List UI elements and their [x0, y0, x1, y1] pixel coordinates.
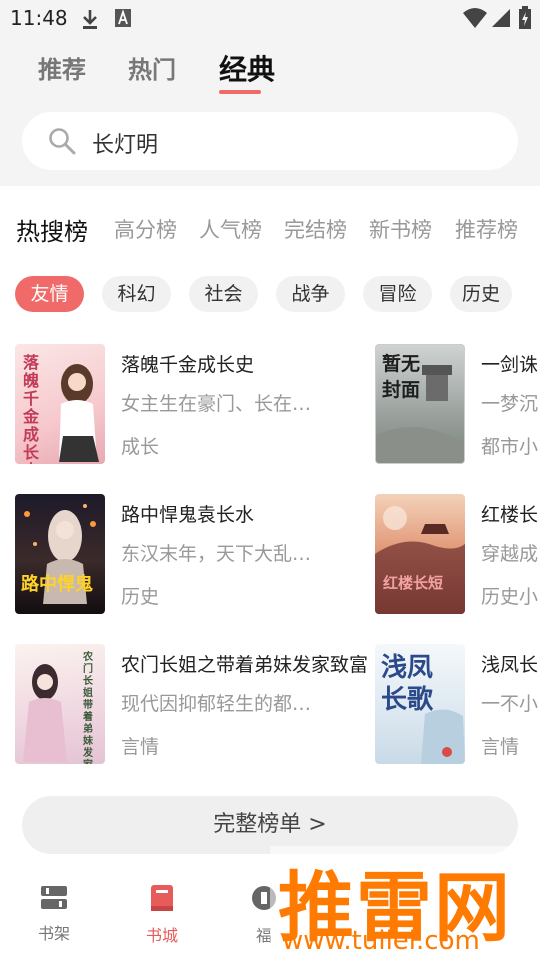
cover-title: 路中悍鬼 — [21, 574, 93, 595]
signal-icon — [490, 7, 512, 33]
bookshelf-icon — [39, 886, 69, 916]
book-tag: 都市小 — [481, 436, 539, 458]
book-item[interactable]: 农门长姐带着弟妹发家致富 农门长姐之带着弟妹发家致富 现代因抑郁轻生的都… 言情 — [15, 644, 395, 764]
book-title: 浅凤长 — [481, 654, 539, 676]
nav-bookstore[interactable]: 书城 — [122, 884, 202, 946]
chip-adventure[interactable]: 冒险 — [363, 276, 432, 312]
app-a-icon — [114, 8, 132, 32]
download-icon — [80, 8, 100, 34]
book-item[interactable]: 落魄千金成长史 落魄千金成长史 女主生在豪门、长在… 成长 — [15, 344, 375, 464]
nav-label: 书架 — [37, 924, 70, 943]
chip-scifi[interactable]: 科幻 — [102, 276, 171, 312]
active-tab-indicator — [219, 90, 261, 94]
book-tag: 言情 — [121, 736, 160, 758]
chip-history[interactable]: 历史 — [450, 276, 512, 312]
tab-recommend[interactable]: 推荐 — [38, 50, 86, 85]
tab-classic[interactable]: 经典 — [219, 48, 275, 88]
book-item[interactable]: 浅凤长歌 浅凤长 一不小 言情 — [375, 644, 540, 764]
status-time: 11:48 — [10, 6, 68, 30]
book-tag: 成长 — [121, 436, 160, 458]
rank-tab-hot-search[interactable]: 热搜榜 — [16, 212, 88, 247]
book-cover: 暂无封面 — [375, 344, 465, 464]
book-item[interactable]: 红楼长短 红楼长 穿越成 历史小 — [375, 494, 540, 614]
tab-hot[interactable]: 热门 — [128, 50, 176, 85]
rank-tab-new[interactable]: 新书榜 — [369, 214, 432, 244]
chip-friendship[interactable]: 友情 — [15, 276, 84, 312]
nav-bookshelf[interactable]: 书架 — [14, 884, 94, 944]
rank-tabs: 热搜榜 高分榜 人气榜 完结榜 新书榜 推荐榜 — [0, 210, 540, 250]
bookstore-icon — [149, 885, 175, 918]
status-bar: 11:48 — [0, 0, 540, 36]
book-title: 路中悍鬼袁长水 — [121, 504, 255, 526]
book-title: 农门长姐之带着弟妹发家致富 — [121, 654, 369, 676]
book-description: 一不小 — [481, 693, 539, 715]
watermark: 推雷网 www.tuilei.com — [270, 846, 540, 960]
book-description: 女主生在豪门、长在… — [121, 393, 312, 415]
header: 推荐 热门 经典 长灯明 — [0, 36, 540, 186]
book-item[interactable]: 路中悍鬼 路中悍鬼袁长水 东汉末年，天下大乱… 历史 — [15, 494, 375, 614]
top-tabs: 推荐 热门 经典 — [0, 36, 540, 96]
book-item[interactable]: 暂无封面 一剑诛 一梦沉 都市小 — [375, 344, 540, 464]
rank-tab-completed[interactable]: 完结榜 — [284, 214, 347, 244]
book-tag: 历史小 — [481, 586, 539, 608]
cover-title: 暂无封面 — [382, 353, 421, 401]
chip-war[interactable]: 战争 — [276, 276, 345, 312]
book-description: 现代因抑郁轻生的都… — [121, 693, 312, 715]
book-cover: 浅凤长歌 — [375, 644, 465, 764]
cover-title: 农门长姐带着弟妹发家致富 — [83, 652, 93, 764]
book-cover: 落魄千金成长史 — [15, 344, 105, 464]
wifi-icon — [462, 7, 488, 33]
battery-icon — [518, 6, 532, 34]
cover-title: 红楼长短 — [383, 574, 444, 592]
book-description: 一梦沉 — [481, 393, 539, 415]
rank-tab-high-score[interactable]: 高分榜 — [114, 214, 177, 244]
book-cover: 农门长姐带着弟妹发家致富 — [15, 644, 105, 764]
rank-tab-recommended[interactable]: 推荐榜 — [455, 214, 518, 244]
book-title: 红楼长 — [481, 504, 539, 526]
search-icon — [48, 127, 76, 159]
book-cover: 路中悍鬼 — [15, 494, 105, 614]
search-input[interactable]: 长灯明 — [92, 127, 158, 159]
cover-title: 落魄千金成长史 — [23, 353, 40, 465]
book-title: 落魄千金成长史 — [121, 354, 255, 376]
book-tag: 历史 — [121, 586, 160, 608]
nav-label: 书城 — [145, 926, 178, 945]
rank-tab-popular[interactable]: 人气榜 — [199, 214, 262, 244]
cover-title: 浅凤长歌 — [381, 653, 434, 715]
book-description: 东汉末年，天下大乱… — [121, 543, 312, 565]
book-description: 穿越成 — [481, 543, 539, 565]
book-title: 一剑诛 — [481, 354, 539, 376]
search-bar[interactable]: 长灯明 — [22, 112, 518, 170]
book-cover: 红楼长短 — [375, 494, 465, 614]
watermark-url: www.tuilei.com — [282, 926, 480, 956]
book-tag: 言情 — [481, 736, 520, 758]
chip-society[interactable]: 社会 — [189, 276, 258, 312]
